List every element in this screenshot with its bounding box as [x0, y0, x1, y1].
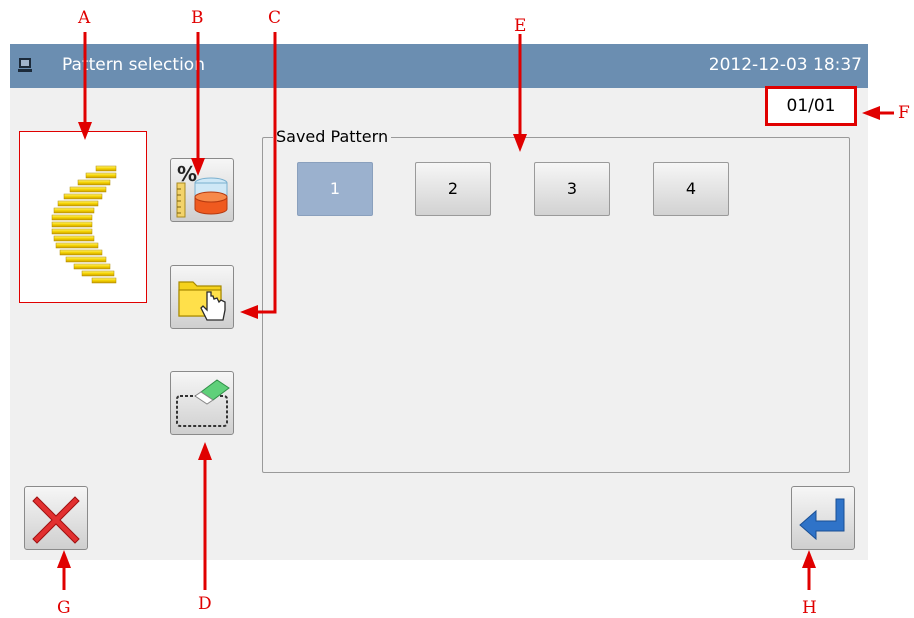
annotation-label-g: G: [57, 598, 71, 618]
annotation-label-d: D: [198, 594, 212, 614]
annotation-label-b: B: [191, 8, 204, 28]
annotation-arrows: [57, 32, 894, 590]
annotation-label-h: H: [802, 598, 817, 618]
annotation-label-c: C: [268, 8, 282, 28]
annotation-label-a: A: [78, 8, 91, 28]
annotation-label-e: E: [514, 16, 527, 36]
annotation-label-f: F: [898, 103, 910, 123]
